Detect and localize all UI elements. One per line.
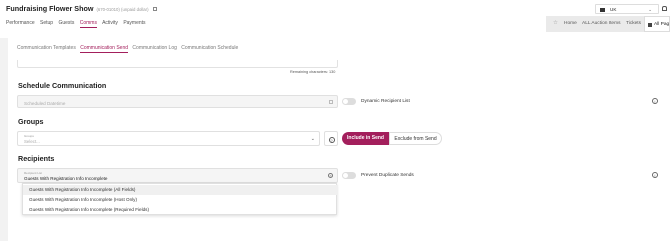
- grid-icon: [648, 22, 652, 27]
- scheduled-datetime-placeholder: Scheduled Datetime: [24, 100, 66, 106]
- quick-nav: ☆ Home ALL Auction Items Tickets All Pag: [546, 16, 670, 32]
- quick-nav-tickets[interactable]: Tickets: [626, 21, 641, 26]
- nav-activity[interactable]: Activity: [102, 20, 118, 26]
- info-icon[interactable]: i: [652, 98, 658, 104]
- nav-performance[interactable]: Performance: [6, 20, 35, 26]
- prevent-duplicate-toggle[interactable]: [342, 172, 356, 179]
- main-nav: Performance Setup Guests Comms Activity …: [6, 20, 150, 28]
- groups-help-button[interactable]: ?: [324, 131, 338, 146]
- calendar-icon[interactable]: [329, 100, 333, 104]
- message-field[interactable]: [17, 60, 338, 68]
- dropdown-option[interactable]: Guests With Registration Info Incomplete…: [23, 205, 338, 215]
- dynamic-recipient-toggle[interactable]: [342, 98, 356, 105]
- recipient-list-dropdown: Guests With Registration Info Incomplete…: [22, 183, 338, 215]
- nav-setup[interactable]: Setup: [40, 20, 53, 26]
- groups-select[interactable]: Groups Select... ⌄: [17, 131, 320, 146]
- chevron-down-icon: ⌄: [648, 6, 652, 12]
- all-pages-button[interactable]: All Pag: [644, 16, 670, 32]
- scheduled-datetime-field[interactable]: Scheduled Datetime: [17, 95, 338, 108]
- chevron-down-icon: ⌄: [310, 136, 315, 142]
- groups-placeholder: Select...: [24, 139, 40, 144]
- info-icon[interactable]: i: [652, 172, 658, 178]
- tab-communication-templates[interactable]: Communication Templates: [17, 45, 76, 51]
- clear-icon[interactable]: ×: [328, 173, 333, 178]
- region-label: UK: [610, 7, 617, 13]
- sub-tabs: Communication Templates Communication Se…: [17, 45, 241, 53]
- bell-icon[interactable]: [662, 6, 667, 11]
- recipient-list-select[interactable]: Recipient List Guests With Registration …: [17, 168, 338, 183]
- include-in-send-button[interactable]: Include in Send: [342, 132, 389, 145]
- quick-nav-auction-items[interactable]: ALL Auction Items: [582, 21, 621, 26]
- exclude-from-send-button[interactable]: Exclude from Send: [389, 132, 442, 145]
- groups-field-label: Groups: [24, 133, 34, 138]
- flag-icon: [600, 8, 605, 12]
- top-bar: Fundraising Flower Show (670-01010) (unpa…: [0, 0, 670, 38]
- all-pages-label: All Pag: [654, 22, 670, 27]
- dynamic-recipient-label: Dynamic Recipient List: [361, 99, 410, 104]
- recipient-list-label: Recipient List: [24, 170, 43, 175]
- chars-remaining: Remaining characters: 130: [290, 70, 336, 74]
- tab-communication-schedule[interactable]: Communication Schedule: [181, 45, 238, 51]
- nav-guests[interactable]: Guests: [58, 20, 74, 26]
- app-title-text: Fundraising Flower Show: [6, 4, 94, 13]
- prevent-duplicate-label: Prevent Duplicate Sends: [361, 173, 414, 178]
- question-icon: ?: [328, 136, 335, 143]
- tab-communication-log[interactable]: Communication Log: [132, 45, 176, 51]
- nav-comms[interactable]: Comms: [79, 20, 97, 28]
- groups-title: Groups: [18, 117, 44, 126]
- quick-nav-home[interactable]: Home: [564, 21, 577, 26]
- recipients-title: Recipients: [18, 154, 55, 163]
- app-title: Fundraising Flower Show (670-01010) (unpa…: [6, 4, 157, 13]
- dropdown-option[interactable]: Guests With Registration Info Incomplete…: [23, 195, 338, 205]
- external-link-icon[interactable]: [152, 7, 157, 12]
- nav-payments[interactable]: Payments: [123, 20, 145, 26]
- region-select[interactable]: UK ⌄: [595, 4, 659, 14]
- recipient-list-value: Guests With Registration Info Incomplete: [24, 176, 108, 181]
- star-icon[interactable]: ☆: [553, 20, 558, 26]
- tab-communication-send[interactable]: Communication Send: [80, 45, 129, 53]
- dropdown-option[interactable]: Guests With Registration Info Incomplete…: [23, 185, 338, 195]
- schedule-title: Schedule Communication: [18, 81, 107, 90]
- app-meta: (670-01010) (unpaid dollar): [96, 7, 149, 12]
